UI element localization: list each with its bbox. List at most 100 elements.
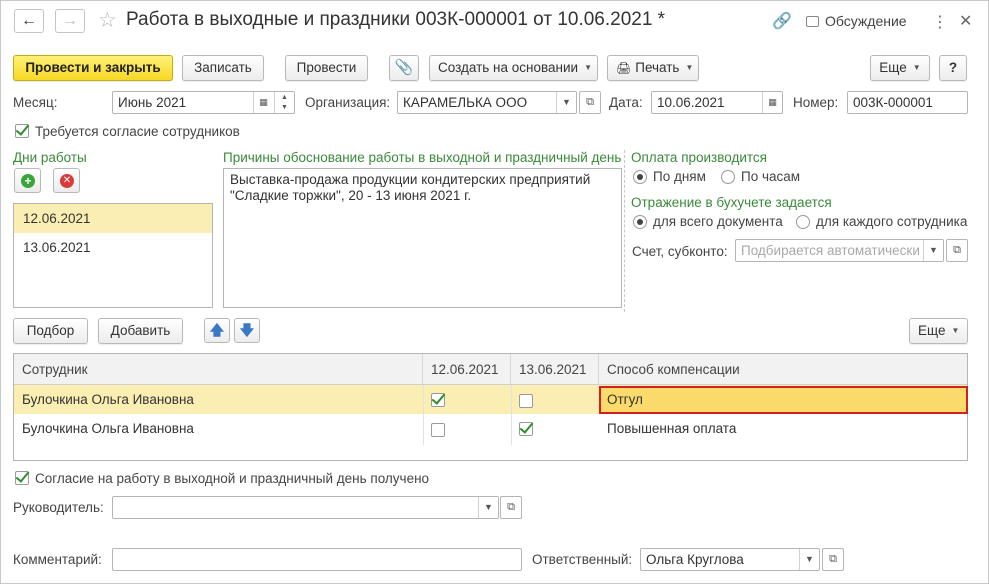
more-vertical-icon[interactable]: ⋮ [932,12,948,32]
account-field[interactable]: Подбирается автоматически ▼ [735,239,944,262]
add-button[interactable]: Добавить [98,318,183,344]
open-icon: ⧉ [507,501,515,513]
plus-icon: + [21,174,35,188]
table-more-button[interactable]: Еще ▼ [909,318,968,344]
month-field[interactable]: Июнь 2021 ▦ ▲ ▼ [112,91,295,114]
column-separator [511,385,512,445]
open-organization-button[interactable]: ⧉ [579,91,601,114]
paperclip-icon: 📎 [394,59,414,76]
discussion-button[interactable]: Обсуждение [806,13,907,29]
day2-checkbox[interactable] [519,422,533,436]
work-days-title: Дни работы [13,150,87,165]
create-based-on-button[interactable]: Создать на основании ▼ [429,55,598,81]
employees-table[interactable]: Сотрудник 12.06.2021 13.06.2021 Способ к… [13,353,968,461]
dropdown-arrow-icon[interactable]: ▼ [923,240,943,261]
open-icon: ⧉ [586,96,594,108]
attach-button[interactable]: 📎 [389,55,419,81]
back-button[interactable]: ← [14,9,44,33]
number-label: Номер: [793,95,839,110]
employee-cell[interactable]: Булочкина Ольга Ивановна [14,385,194,414]
column-header-employee[interactable]: Сотрудник [14,354,423,385]
help-button[interactable]: ? [939,55,967,81]
pick-button[interactable]: Подбор [13,318,88,344]
accounting-title: Отражение в бухучете задается [631,195,832,210]
payment-hours-label: По часам [741,169,801,184]
payment-days-label: По дням [653,169,706,184]
day1-checkbox[interactable] [431,393,445,407]
page-title: Работа в выходные и праздники 003К-00000… [126,9,666,30]
favorite-star-icon[interactable]: ☆ [98,8,117,33]
consent-received-label: Согласие на работу в выходной и празднич… [35,471,430,486]
arrow-down-icon: 🡇 [239,322,255,338]
link-icon[interactable]: 🔗 [772,11,792,31]
column-separator [423,385,424,445]
caret-down-icon: ▼ [584,63,592,72]
chat-icon [806,16,819,27]
responsible-label: Ответственный: [532,552,633,567]
close-icon[interactable]: ✕ [959,11,972,31]
employee-cell[interactable]: Булочкина Ольга Ивановна [14,414,194,443]
comment-label: Комментарий: [13,552,102,567]
reasons-textarea[interactable]: Выставка-продажа продукции кондитерских … [223,168,622,308]
comment-field[interactable] [112,548,522,571]
payment-days-radio[interactable] [633,170,647,184]
remove-day-button[interactable]: ✕ [53,168,80,193]
move-up-button[interactable]: 🡅 [204,318,230,343]
calendar-icon[interactable]: ▦ [253,92,273,113]
compensation-cell-active[interactable]: Отгул [599,386,968,414]
payment-hours-radio[interactable] [721,170,735,184]
day2-checkbox[interactable] [519,394,533,408]
arrow-right-icon: → [62,12,78,29]
reasons-title: Причины обоснование работы в выходной и … [223,150,622,165]
day1-checkbox[interactable] [431,423,445,437]
date-field[interactable]: 10.06.2021 ▦ [651,91,783,114]
move-down-button[interactable]: 🡇 [234,318,260,343]
column-header-day1[interactable]: 12.06.2021 [423,354,511,385]
month-label: Месяц: [13,95,58,110]
manager-field[interactable]: ▼ [112,496,499,519]
more-button[interactable]: Еще ▼ [870,55,930,81]
accounting-document-label: для всего документа [653,214,783,229]
open-icon: ⧉ [953,244,961,256]
arrow-up-icon: 🡅 [209,322,225,338]
organization-label: Организация: [305,95,391,110]
responsible-field[interactable]: Ольга Круглова ▼ [640,548,820,571]
consent-required-checkbox[interactable] [15,124,29,138]
account-label: Счет, субконто: [632,244,728,259]
arrow-left-icon: ← [21,12,37,29]
printer-icon: 🖨 [616,61,632,75]
spin-button[interactable]: ▲ ▼ [274,92,294,113]
dropdown-arrow-icon[interactable]: ▼ [799,549,819,570]
dropdown-arrow-icon[interactable]: ▼ [478,497,498,518]
accounting-document-radio[interactable] [633,215,647,229]
open-icon: ⧉ [829,553,837,565]
calendar-icon[interactable]: ▦ [762,92,782,113]
column-header-day2[interactable]: 13.06.2021 [511,354,599,385]
work-days-list[interactable]: 12.06.2021 13.06.2021 [13,203,213,308]
compensation-cell[interactable]: Повышенная оплата [599,414,736,443]
group-divider [624,150,625,312]
delete-icon: ✕ [60,174,74,188]
caret-down-icon: ▼ [685,63,694,72]
organization-field[interactable]: КАРАМЕЛЬКА ООО ▼ [397,91,577,114]
list-item[interactable]: 13.06.2021 [14,233,212,262]
post-button[interactable]: Провести [285,55,368,81]
post-and-close-button[interactable]: Провести и закрыть [13,55,173,81]
list-item[interactable]: 12.06.2021 [14,204,212,233]
number-field[interactable]: 003К-000001 [847,91,968,114]
consent-received-checkbox[interactable] [15,471,29,485]
accounting-employee-radio[interactable] [796,215,810,229]
save-button[interactable]: Записать [182,55,264,81]
consent-required-label: Требуется согласие сотрудников [35,124,240,139]
open-manager-button[interactable]: ⧉ [500,496,522,519]
forward-button[interactable]: → [55,9,85,33]
print-button[interactable]: 🖨 Печать ▼ [607,55,699,81]
open-responsible-button[interactable]: ⧉ [822,548,844,571]
column-header-compensation[interactable]: Способ компенсации [599,354,967,385]
dropdown-arrow-icon[interactable]: ▼ [556,92,576,113]
open-account-button[interactable]: ⧉ [946,239,968,262]
caret-down-icon: ▼ [951,326,960,335]
accounting-employee-label: для каждого сотрудника [816,214,968,229]
date-label: Дата: [609,95,643,110]
add-day-button[interactable]: + [14,168,41,193]
